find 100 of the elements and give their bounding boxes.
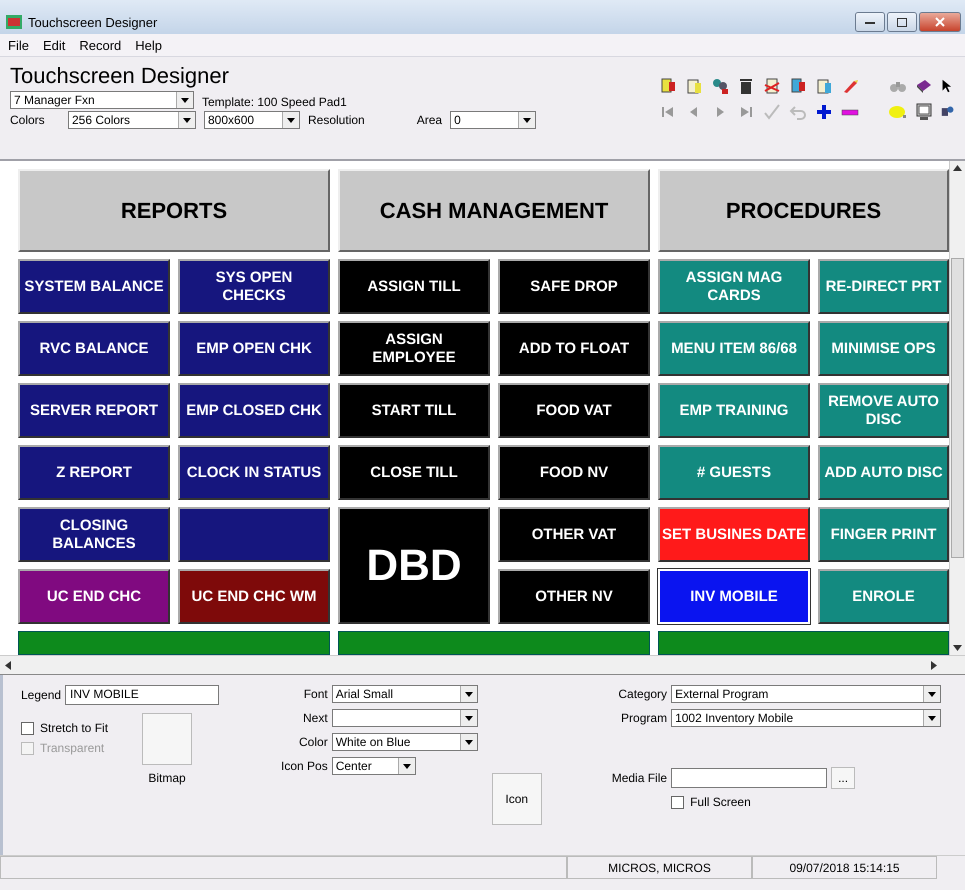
close-button[interactable] [919,12,961,32]
screen-key[interactable]: ASSIGN MAG CARDS [658,259,810,314]
screen-key[interactable]: SET BUSINES DATE [658,507,810,562]
menu-item[interactable]: Edit [42,38,66,52]
resolution-dropdown[interactable]: 800x600 [204,111,300,129]
scroll-right-icon[interactable] [930,660,936,670]
minimize-button[interactable] [855,12,885,32]
screen-key[interactable]: CLOCK IN STATUS [178,445,330,500]
screen-key[interactable]: OTHER NV [498,569,650,624]
section-header-key[interactable]: PROCEDURES [658,169,949,252]
area-label: Area [416,113,442,127]
template-label: Template: 100 Speed Pad1 [202,95,347,109]
maximize-button[interactable] [887,12,917,32]
screen-key[interactable]: SYSTEM BALANCE [18,259,170,314]
dropdown[interactable]: White on Blue [332,733,478,751]
screen-key[interactable]: MENU ITEM 86/68 [658,321,810,376]
screen-key[interactable]: Z REPORT [18,445,170,500]
clipboard-icon[interactable] [815,77,833,95]
section-header-key[interactable]: CASH MANAGEMENT [338,169,650,252]
clipboard-icon[interactable] [685,77,703,95]
screen-key[interactable]: RE-DIRECT PRT [818,259,949,314]
dropdown[interactable]: Arial Small [332,685,478,703]
menu-item[interactable]: File [8,38,29,52]
screen-key[interactable]: EMP TRAINING [658,383,810,438]
pen-icon[interactable] [841,77,859,95]
menu-item[interactable]: Record [79,38,122,52]
checkbox-label: Full Screen [690,795,751,809]
screen-key[interactable]: # GUESTS [658,445,810,500]
bitmap-label: Bitmap [148,771,186,785]
designer-title: Touchscreen Designer [10,63,230,89]
screen-key[interactable]: ASSIGN EMPLOYEE [338,321,490,376]
checkbox-label: Transparent [40,741,104,755]
screen-key[interactable]: MINIMISE OPS [818,321,949,376]
menu-item[interactable]: Help [135,38,162,52]
screen-key[interactable]: EMP CLOSED CHK [178,383,330,438]
scroll-left-icon[interactable] [4,660,10,670]
checkmark-icon[interactable] [763,103,781,121]
plus-icon[interactable] [815,103,833,121]
screen-key[interactable]: ADD TO FLOAT [498,321,650,376]
help-book-icon[interactable] [915,77,933,95]
monitor-icon[interactable] [915,103,933,121]
legend-field[interactable]: INV MOBILE [65,685,220,705]
media-file-field[interactable] [671,768,828,788]
colors-dropdown[interactable]: 256 Colors [68,111,196,129]
screen-key[interactable]: FOOD VAT [498,383,650,438]
field-label: Font [302,687,328,701]
legend-label: Legend [21,688,62,702]
screen-key[interactable]: OTHER VAT [498,507,650,562]
screen-key[interactable]: UC END CHC [18,569,170,624]
screen-key[interactable]: FOOD NV [498,445,650,500]
screen-key[interactable]: ADD AUTO DISC [818,445,949,500]
field-label: Icon Pos [281,759,328,773]
app-icon [6,15,22,29]
resolution-label: Resolution [308,113,365,127]
screen-key[interactable]: SYS OPEN CHECKS [178,259,330,314]
screen-dropdown[interactable]: 7 Manager Fxn [10,91,194,109]
window-title: Touchscreen Designer [28,14,158,30]
colors-label: Colors [10,113,46,127]
screen-key[interactable]: ASSIGN TILL [338,259,490,314]
field-label: Next [302,711,328,725]
minimize-icon [865,19,875,25]
checkbox[interactable] [671,796,684,808]
dropdown[interactable]: 1002 Inventory Mobile [671,709,942,727]
browse-button[interactable]: ... [831,767,856,789]
area-dropdown[interactable]: 0 [450,111,536,129]
trash-icon[interactable] [737,77,755,95]
vertical-scrollbar[interactable] [949,161,965,655]
scroll-up-icon[interactable] [953,165,962,171]
status-text: 09/07/2018 15:14:15 [752,856,937,879]
screen-key[interactable] [178,507,330,562]
document-icon[interactable] [789,77,807,95]
field-label: Color [298,735,328,749]
screen-key[interactable]: UC END CHC WM [178,569,330,624]
screen-key[interactable]: START TILL [338,383,490,438]
maximize-icon [897,18,907,26]
screen-key[interactable]: INV MOBILE [658,569,810,624]
dropdown[interactable] [332,709,478,727]
section-header-key[interactable]: REPORTS [18,169,330,252]
field-label: Category [617,687,668,701]
screen-key[interactable]: FINGER PRINT [818,507,949,562]
screen-key[interactable]: RVC BALANCE [18,321,170,376]
screen-key[interactable]: CLOSING BALANCES [18,507,170,562]
screen-key[interactable]: DBD [338,507,490,624]
scroll-down-icon[interactable] [953,645,962,651]
document-icon[interactable] [659,77,677,95]
screen-key[interactable]: EMP OPEN CHK [178,321,330,376]
icon-button[interactable]: Icon [492,773,542,825]
status-text: MICROS, MICROS [567,856,752,879]
checkbox-label: Stretch to Fit [40,721,108,735]
screen-key[interactable]: CLOSE TILL [338,445,490,500]
screen-key[interactable]: SAFE DROP [498,259,650,314]
dropdown[interactable]: Center [332,757,416,775]
screen-key[interactable]: REMOVE AUTO DISC [818,383,949,438]
close-icon [935,17,945,27]
screen-key[interactable]: SERVER REPORT [18,383,170,438]
dropdown[interactable]: External Program [671,685,942,703]
screen-key[interactable]: ENROLE [818,569,949,624]
field-label: Program [620,711,668,725]
checkbox[interactable] [21,722,34,734]
media-file-label: Media File [612,771,668,785]
